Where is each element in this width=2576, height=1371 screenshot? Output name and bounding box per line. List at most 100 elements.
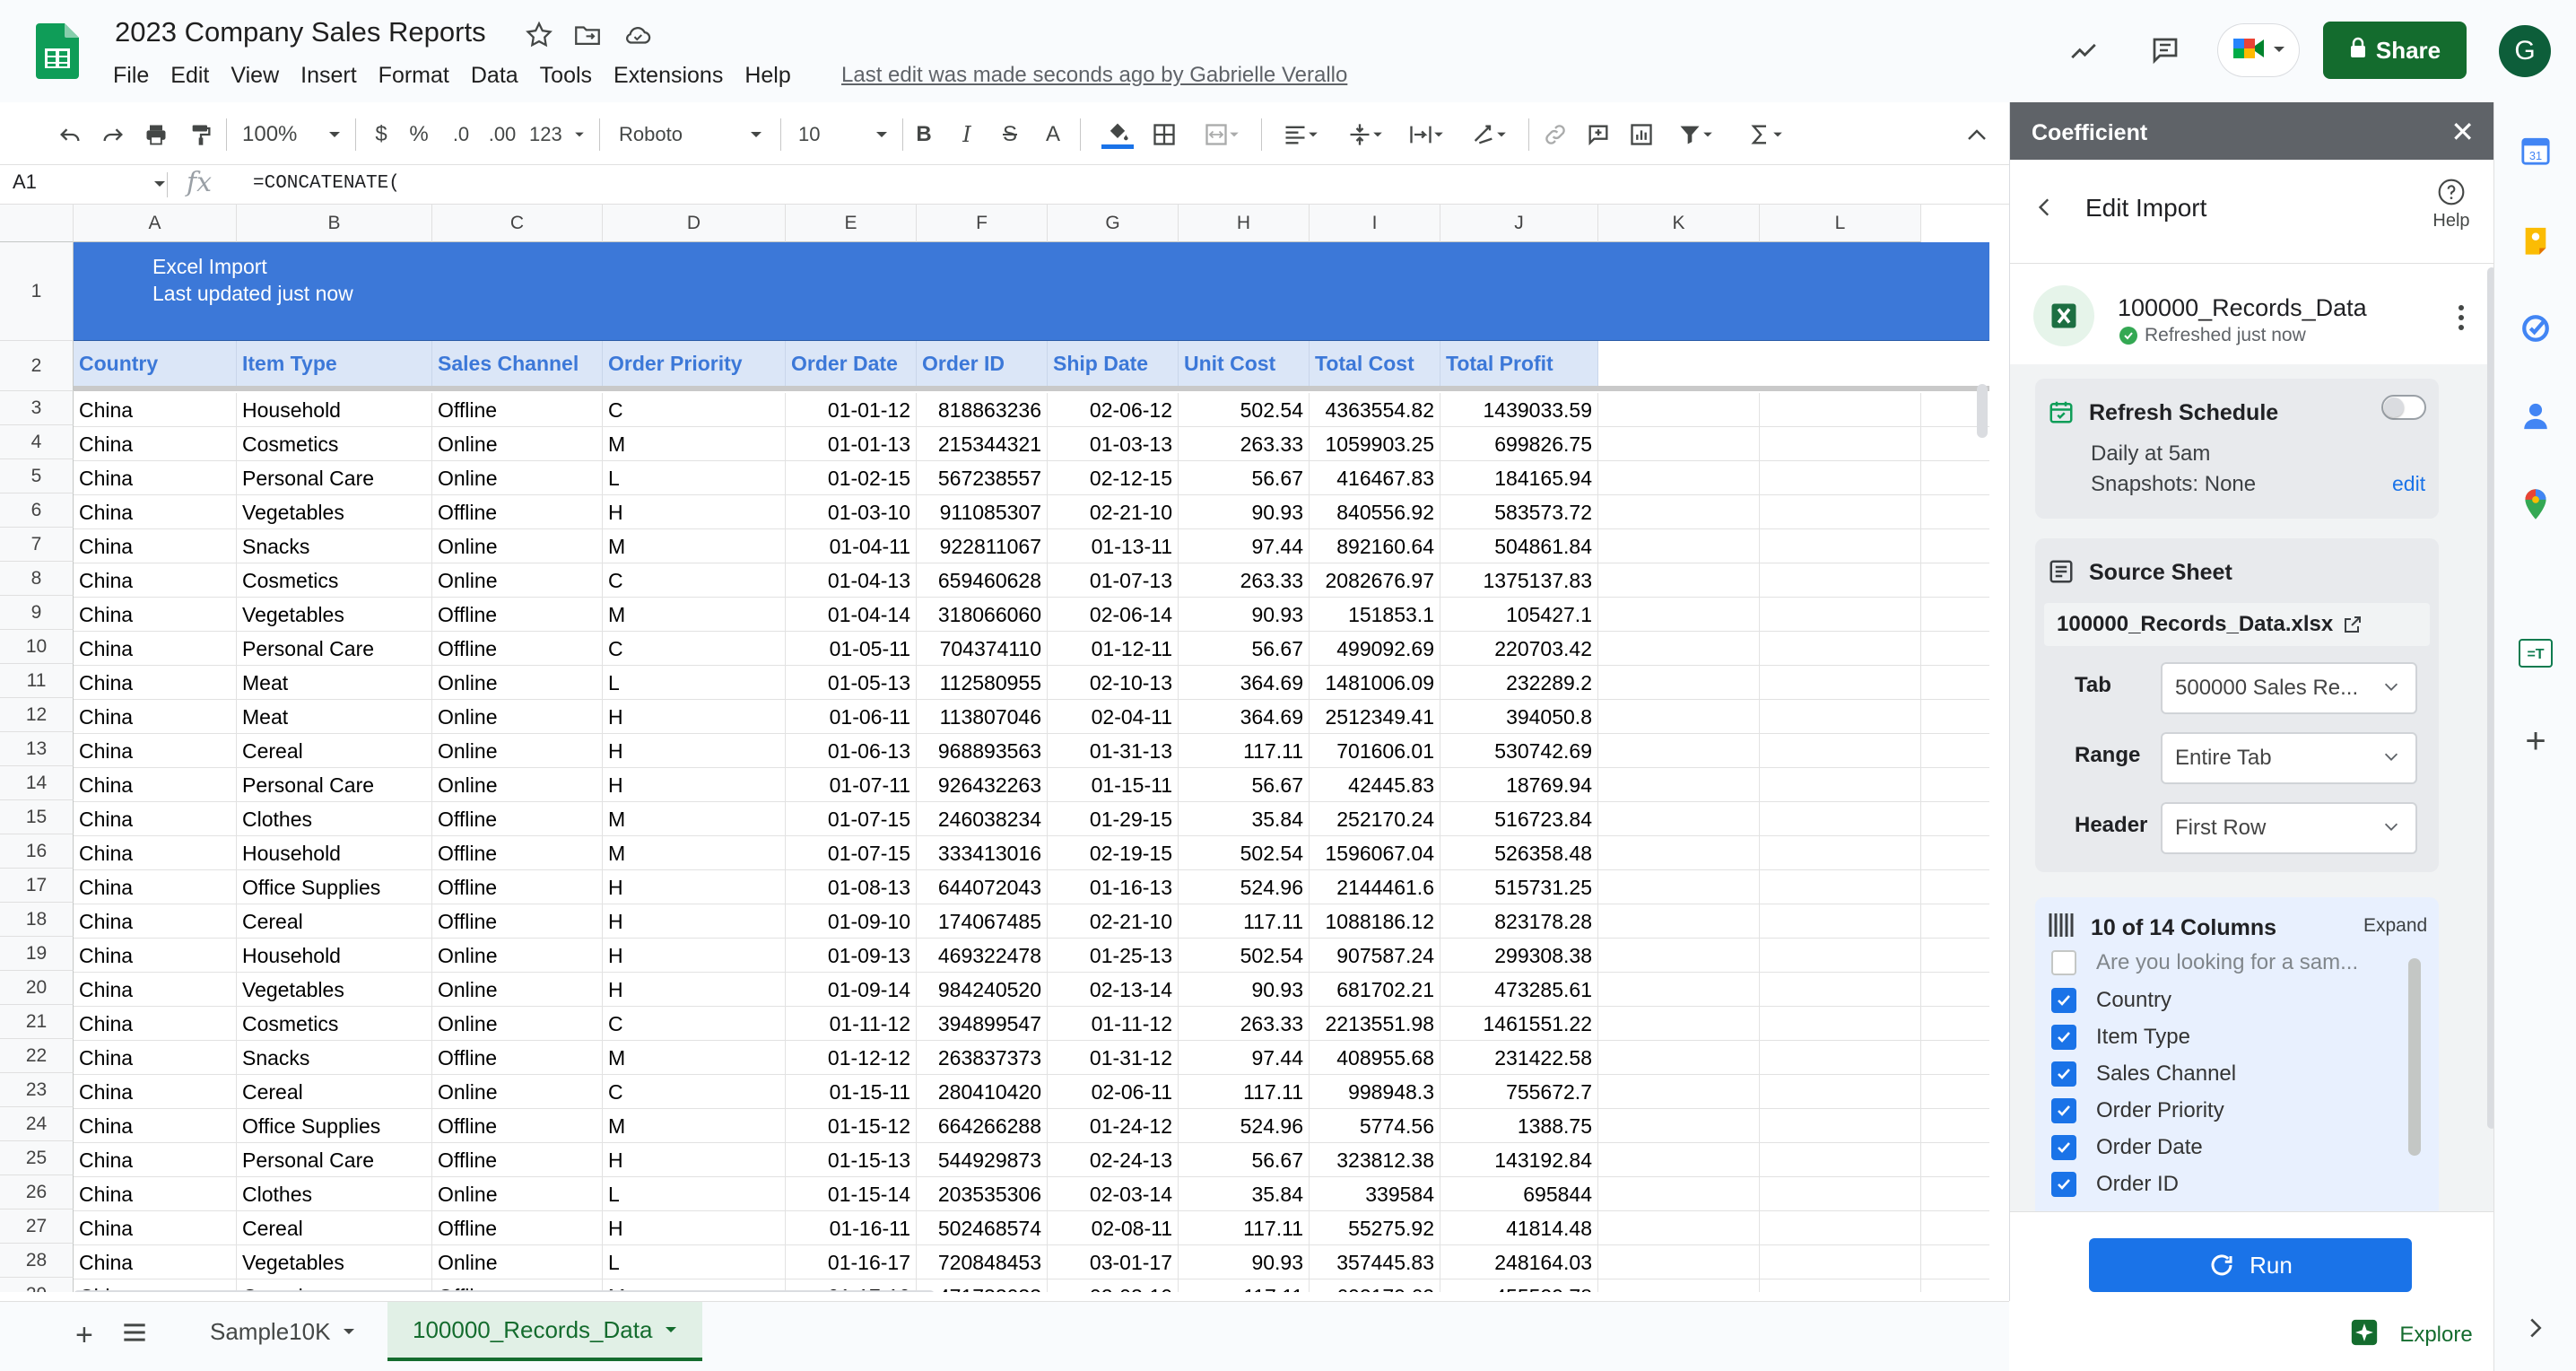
edit-schedule-link[interactable]: edit bbox=[2392, 472, 2425, 496]
table-cell[interactable]: 1461551.22 bbox=[1440, 1007, 1598, 1041]
all-sheets-icon[interactable] bbox=[122, 1322, 147, 1348]
column-checkbox-row[interactable]: Country bbox=[2051, 983, 2171, 1017]
row-header[interactable]: 15 bbox=[0, 800, 74, 834]
table-cell[interactable]: 143192.84 bbox=[1440, 1143, 1598, 1177]
keep-icon[interactable] bbox=[2518, 223, 2554, 258]
table-cell[interactable] bbox=[1760, 495, 1921, 529]
table-cell[interactable] bbox=[1598, 768, 1760, 802]
table-cell[interactable]: 56.67 bbox=[1179, 768, 1310, 802]
column-checkbox-row[interactable]: Sales Channel bbox=[2051, 1057, 2236, 1091]
table-cell[interactable]: Offline bbox=[432, 632, 603, 666]
percent-format-button[interactable]: % bbox=[405, 118, 432, 151]
table-cell[interactable] bbox=[1598, 1075, 1760, 1109]
table-cell[interactable]: Online bbox=[432, 1007, 603, 1041]
table-cell[interactable]: 1481006.09 bbox=[1310, 666, 1440, 700]
close-icon[interactable]: ✕ bbox=[2450, 115, 2475, 149]
table-cell[interactable]: Office Supplies bbox=[237, 1109, 432, 1143]
table-cell[interactable]: 113807046 bbox=[917, 700, 1048, 734]
table-cell[interactable]: 515731.25 bbox=[1440, 870, 1598, 904]
table-cell[interactable]: Online bbox=[432, 666, 603, 700]
table-cell[interactable]: 818863236 bbox=[917, 393, 1048, 427]
column-title-cell[interactable]: Country bbox=[74, 341, 237, 386]
column-checkbox-row[interactable]: Item Type bbox=[2051, 1020, 2190, 1054]
table-cell[interactable] bbox=[1760, 563, 1921, 598]
table-cell[interactable] bbox=[1760, 529, 1921, 563]
more-vert-icon[interactable] bbox=[2457, 303, 2466, 336]
table-cell[interactable]: 01-09-13 bbox=[786, 939, 917, 973]
menu-extensions[interactable]: Extensions bbox=[614, 61, 734, 91]
table-cell[interactable] bbox=[1760, 1041, 1921, 1075]
table-cell[interactable]: H bbox=[603, 734, 786, 768]
table-cell[interactable]: Online bbox=[432, 563, 603, 598]
table-cell[interactable]: 840556.92 bbox=[1310, 495, 1440, 529]
table-cell[interactable]: 01-25-13 bbox=[1048, 939, 1179, 973]
table-cell[interactable]: Office Supplies bbox=[237, 870, 432, 904]
table-cell[interactable]: 01-07-13 bbox=[1048, 563, 1179, 598]
insert-chart-icon[interactable] bbox=[1625, 118, 1658, 151]
font-select[interactable]: Roboto bbox=[619, 118, 762, 151]
table-cell[interactable] bbox=[1760, 1143, 1921, 1177]
table-cell[interactable] bbox=[1760, 666, 1921, 700]
table-cell[interactable] bbox=[1760, 1279, 1921, 1292]
table-cell[interactable]: 01-06-11 bbox=[786, 700, 917, 734]
table-cell[interactable]: 01-01-12 bbox=[786, 393, 917, 427]
table-cell[interactable]: 02-21-10 bbox=[1048, 904, 1179, 939]
sheet-tab-100000-records[interactable]: 100000_Records_Data bbox=[387, 1302, 703, 1361]
row-header[interactable]: 18 bbox=[0, 903, 74, 937]
menu-data[interactable]: Data bbox=[471, 61, 529, 91]
comments-icon[interactable] bbox=[2149, 34, 2180, 65]
table-cell[interactable]: 499092.69 bbox=[1310, 632, 1440, 666]
row-header[interactable]: 19 bbox=[0, 937, 74, 971]
row-header[interactable]: 2 bbox=[0, 341, 74, 391]
column-search-row[interactable]: Are you looking for a sam... bbox=[2051, 946, 2358, 980]
table-cell[interactable]: 01-15-13 bbox=[786, 1143, 917, 1177]
column-header[interactable]: F bbox=[917, 205, 1048, 242]
row-header[interactable]: 20 bbox=[0, 971, 74, 1005]
table-cell[interactable]: Cosmetics bbox=[237, 427, 432, 461]
table-cell[interactable]: 664266288 bbox=[917, 1109, 1048, 1143]
table-cell[interactable]: H bbox=[603, 870, 786, 904]
table-cell[interactable]: 504861.84 bbox=[1440, 529, 1598, 563]
table-cell[interactable]: 117.11 bbox=[1179, 734, 1310, 768]
undo-icon[interactable] bbox=[54, 118, 86, 151]
table-cell[interactable]: China bbox=[74, 734, 237, 768]
table-cell[interactable]: China bbox=[74, 666, 237, 700]
table-cell[interactable]: China bbox=[74, 598, 237, 632]
table-cell[interactable]: China bbox=[74, 768, 237, 802]
table-cell[interactable]: M bbox=[603, 529, 786, 563]
checkbox-checked[interactable] bbox=[2051, 1061, 2076, 1087]
table-cell[interactable]: 2512349.41 bbox=[1310, 700, 1440, 734]
table-cell[interactable]: 2213551.98 bbox=[1310, 1007, 1440, 1041]
fill-color-icon[interactable] bbox=[1100, 118, 1136, 151]
font-size-select[interactable]: 10 bbox=[798, 118, 888, 151]
move-folder-icon[interactable] bbox=[572, 20, 603, 50]
table-cell[interactable]: China bbox=[74, 427, 237, 461]
table-cell[interactable]: Offline bbox=[432, 904, 603, 939]
text-wrap-icon[interactable] bbox=[1403, 118, 1449, 151]
row-header[interactable]: 25 bbox=[0, 1141, 74, 1175]
table-cell[interactable]: China bbox=[74, 529, 237, 563]
row-header[interactable]: 28 bbox=[0, 1244, 74, 1278]
table-cell[interactable] bbox=[1598, 632, 1760, 666]
table-cell[interactable]: 105427.1 bbox=[1440, 598, 1598, 632]
row-header[interactable]: 14 bbox=[0, 766, 74, 800]
table-cell[interactable]: 280410420 bbox=[917, 1075, 1048, 1109]
table-cell[interactable]: 01-05-11 bbox=[786, 632, 917, 666]
table-cell[interactable]: M bbox=[603, 598, 786, 632]
table-cell[interactable]: Online bbox=[432, 768, 603, 802]
table-cell[interactable] bbox=[1598, 1007, 1760, 1041]
table-cell[interactable] bbox=[1598, 666, 1760, 700]
table-cell[interactable]: 01-02-15 bbox=[786, 461, 917, 495]
table-cell[interactable]: 97.44 bbox=[1179, 1041, 1310, 1075]
table-cell[interactable]: Online bbox=[432, 700, 603, 734]
table-cell[interactable]: 01-01-13 bbox=[786, 427, 917, 461]
table-cell[interactable]: 90.93 bbox=[1179, 973, 1310, 1007]
table-cell[interactable]: 299308.38 bbox=[1440, 939, 1598, 973]
table-cell[interactable]: 524.96 bbox=[1179, 870, 1310, 904]
table-cell[interactable]: China bbox=[74, 1041, 237, 1075]
menu-tools[interactable]: Tools bbox=[540, 61, 603, 91]
row-header[interactable]: 27 bbox=[0, 1209, 74, 1244]
add-addon-icon[interactable]: + bbox=[2518, 721, 2554, 761]
row-header[interactable]: 24 bbox=[0, 1107, 74, 1141]
refresh-toggle[interactable] bbox=[2381, 395, 2426, 420]
